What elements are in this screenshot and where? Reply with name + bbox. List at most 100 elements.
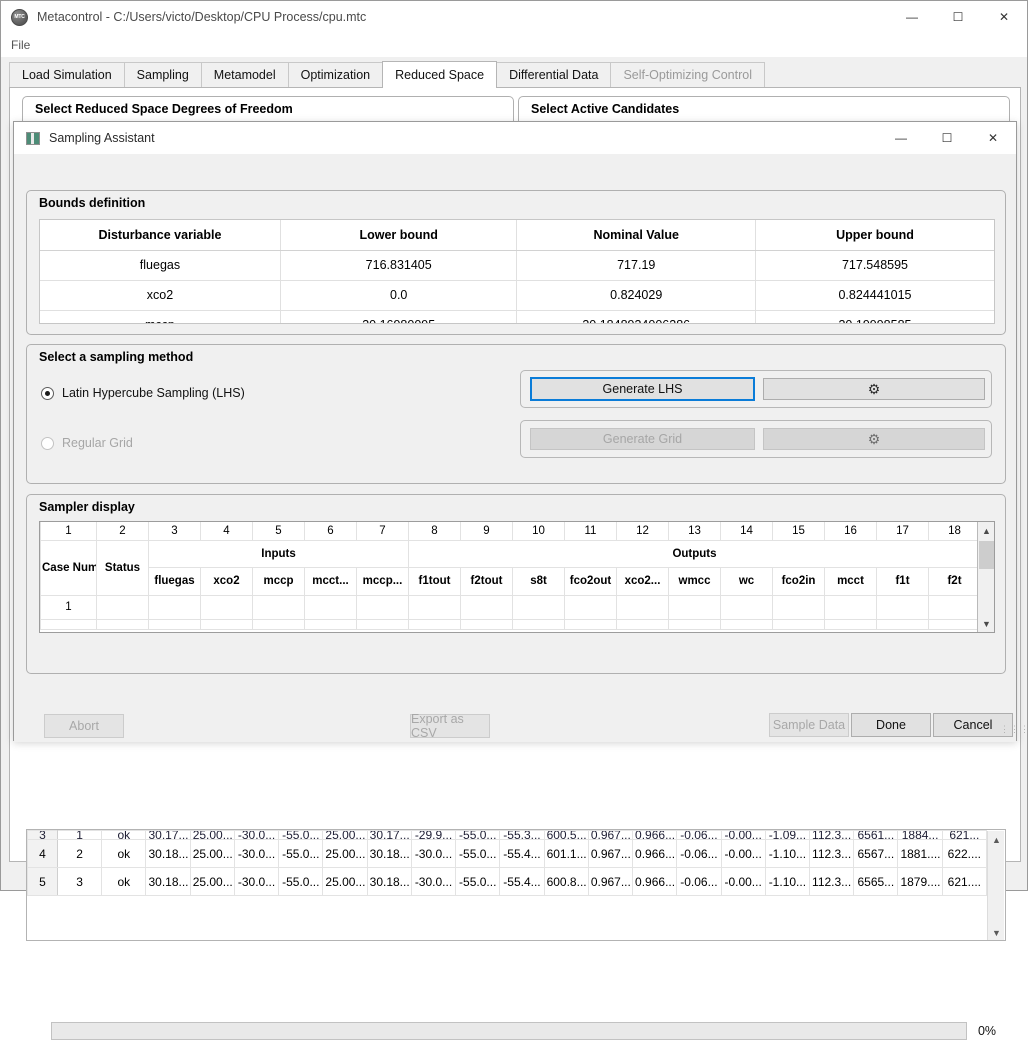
resize-grip[interactable]: ⋮⋮⋮	[1000, 725, 1028, 739]
colnum[interactable]: 7	[356, 522, 409, 541]
colnum[interactable]: 17	[876, 522, 929, 541]
lhs-action-panel: Generate LHS ⚙	[520, 370, 992, 408]
column-header-fco2in: fco2in	[772, 566, 825, 596]
scrollbar-thumb[interactable]	[979, 541, 994, 569]
cell-lower-bound[interactable]: 716.831405	[279, 249, 518, 281]
cell[interactable]	[564, 594, 617, 620]
menu-item-file[interactable]: File	[1, 36, 40, 54]
colnum[interactable]: 10	[512, 522, 565, 541]
table-row: 4 2 ok 30.18... 25.00... -30.0... -55.0.…	[27, 839, 988, 868]
colnum[interactable]: 18	[928, 522, 978, 541]
table-row: 5 3 ok 30.18... 25.00... -30.0... -55.0.…	[27, 867, 988, 896]
radio-lhs[interactable]: Latin Hypercube Sampling (LHS)	[41, 386, 245, 400]
tab-metamodel[interactable]: Metamodel	[200, 62, 289, 87]
colnum[interactable]: 1	[40, 522, 97, 541]
maximize-icon[interactable]: ☐	[935, 1, 981, 33]
minimize-icon[interactable]: —	[889, 1, 935, 33]
colnum[interactable]: 16	[824, 522, 877, 541]
cell-nominal-value: 0.824029	[516, 279, 756, 311]
cell[interactable]	[304, 594, 357, 620]
cell: -55.0...	[278, 839, 324, 868]
cell[interactable]	[876, 594, 929, 620]
cell: 621...	[941, 830, 988, 840]
lhs-settings-button[interactable]: ⚙	[763, 378, 985, 400]
colnum[interactable]: 6	[304, 522, 357, 541]
colnum[interactable]: 12	[616, 522, 669, 541]
cell: -1.10...	[764, 839, 810, 868]
cell[interactable]	[460, 594, 513, 620]
tab-load-simulation[interactable]: Load Simulation	[9, 62, 125, 87]
colnum[interactable]: 3	[148, 522, 201, 541]
cell[interactable]	[824, 594, 877, 620]
cell-lower-bound[interactable]: 0.0	[279, 279, 518, 311]
sampler-table-scrollbar[interactable]: ▲ ▼	[977, 522, 994, 632]
background-results-table[interactable]: 3 1 ok 30.17... 25.00... -30.0... -55.0.…	[26, 829, 1006, 941]
cell	[356, 618, 409, 630]
colnum[interactable]: 15	[772, 522, 825, 541]
cell[interactable]	[616, 594, 669, 620]
colnum[interactable]: 11	[564, 522, 617, 541]
cell[interactable]	[200, 594, 253, 620]
colnum[interactable]: 5	[252, 522, 305, 541]
cell: -0.00...	[720, 867, 766, 896]
scroll-up-icon[interactable]: ▲	[988, 831, 1005, 848]
radio-regular-grid: Regular Grid	[41, 436, 133, 450]
cell[interactable]	[720, 594, 773, 620]
cell[interactable]	[148, 594, 201, 620]
cell: 1881....	[897, 839, 943, 868]
close-icon[interactable]: ✕	[981, 1, 1027, 33]
cell: -55.0...	[455, 830, 501, 840]
column-header-f1t: f1t	[876, 566, 929, 596]
window-controls: — ☐ ✕	[889, 1, 1027, 33]
dialog-maximize-icon[interactable]: ☐	[924, 122, 970, 154]
cell	[408, 618, 461, 630]
cell: 621....	[941, 867, 988, 896]
colnum[interactable]: 9	[460, 522, 513, 541]
tab-reduced-space[interactable]: Reduced Space	[382, 61, 498, 88]
cell	[96, 618, 149, 630]
cell[interactable]	[928, 594, 978, 620]
colnum[interactable]: 4	[200, 522, 253, 541]
cell: -55.0...	[278, 830, 324, 840]
tab-differential-data[interactable]: Differential Data	[496, 62, 612, 87]
colnum[interactable]: 13	[668, 522, 721, 541]
scroll-down-icon[interactable]: ▼	[988, 924, 1005, 940]
cell[interactable]	[668, 594, 721, 620]
tab-self-optimizing-control: Self-Optimizing Control	[610, 62, 765, 87]
done-button[interactable]: Done	[851, 713, 931, 737]
sampler-table[interactable]: 1 2 3 4 5 6 7 8 9 10 11 12 13 14 15 16 1…	[39, 521, 995, 633]
cell[interactable]	[408, 594, 461, 620]
cell[interactable]	[772, 594, 825, 620]
cell-upper-bound[interactable]: 717.548595	[754, 249, 994, 281]
radio-lhs-indicator[interactable]	[41, 386, 54, 400]
cell: ok	[101, 867, 147, 896]
sampling-assistant-icon	[26, 131, 40, 145]
tab-sampling[interactable]: Sampling	[123, 62, 202, 87]
background-table-scrollbar[interactable]: ▲ ▼	[987, 831, 1005, 940]
cell: 1	[56, 830, 103, 840]
cell-case-number: 1	[40, 594, 97, 620]
cell[interactable]	[252, 594, 305, 620]
cell: 0.967...	[587, 867, 634, 896]
tab-optimization[interactable]: Optimization	[287, 62, 384, 87]
cell-lower-bound[interactable]: 30.16980095	[279, 309, 518, 323]
sample-data-button: Sample Data	[769, 713, 849, 737]
cell: -30.0...	[233, 830, 280, 840]
dialog-close-icon[interactable]: ✕	[970, 122, 1016, 154]
dialog-minimize-icon[interactable]: —	[878, 122, 924, 154]
scroll-up-icon[interactable]: ▲	[978, 522, 994, 539]
bounds-table[interactable]: Disturbance variable Lower bound Nominal…	[39, 219, 995, 324]
cell	[512, 618, 565, 630]
radio-lhs-label: Latin Hypercube Sampling (LHS)	[62, 386, 245, 400]
cell[interactable]	[512, 594, 565, 620]
colnum[interactable]: 14	[720, 522, 773, 541]
row-header: 5	[27, 867, 58, 896]
scroll-down-icon[interactable]: ▼	[978, 615, 994, 632]
colnum[interactable]: 8	[408, 522, 461, 541]
cell-upper-bound[interactable]: 0.824441015	[754, 279, 994, 311]
cell-upper-bound[interactable]: 30.19998585	[754, 309, 994, 323]
dialog-titlebar: Sampling Assistant — ☐ ✕	[14, 122, 1016, 154]
generate-lhs-button[interactable]: Generate LHS	[530, 377, 755, 401]
cell[interactable]	[356, 594, 409, 620]
colnum[interactable]: 2	[96, 522, 149, 541]
